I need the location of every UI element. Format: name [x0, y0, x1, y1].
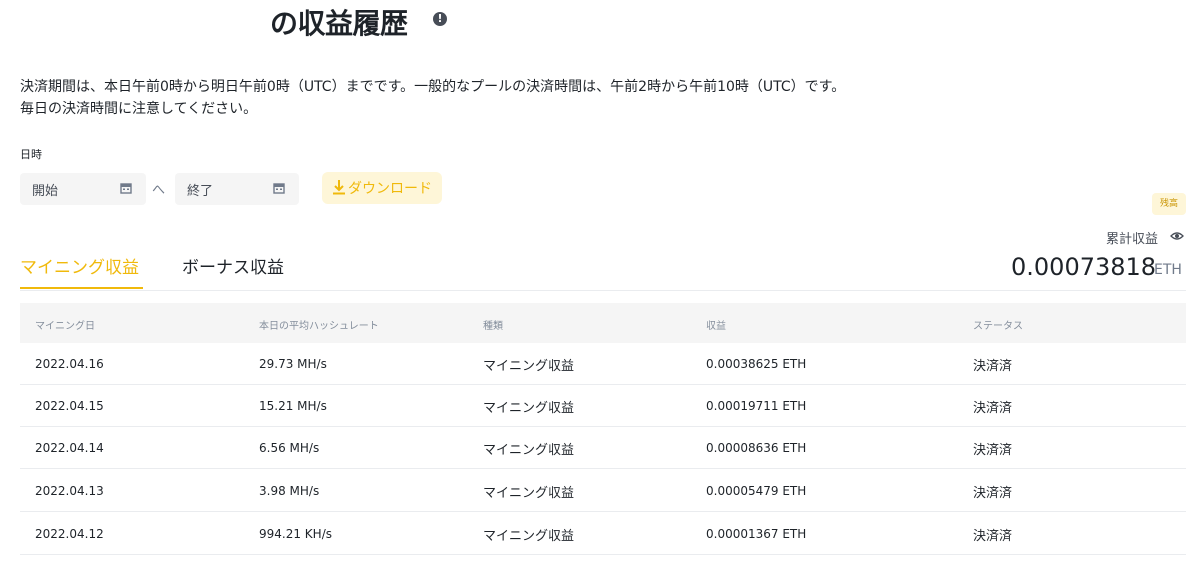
- cell-date: 2022.04.16: [35, 357, 104, 371]
- settlement-notice-line1: 決済期間は、本日午前0時から明日午前0時（UTC）までです。一般的なプールの決済…: [20, 79, 846, 95]
- balance-badge[interactable]: 残高: [1152, 193, 1186, 215]
- cell-status: 決済済: [973, 443, 1013, 458]
- end-date-input[interactable]: 終了: [175, 173, 299, 205]
- cell-status: 決済済: [973, 401, 1013, 416]
- cell-earnings: 0.00005479 ETH: [706, 484, 807, 498]
- info-icon[interactable]: !: [433, 12, 447, 26]
- calendar-icon: [120, 183, 132, 194]
- tab-bonus-earnings[interactable]: ボーナス収益: [182, 253, 284, 278]
- table-row: 2022.04.13 3.98 MH/s マイニング収益 0.00005479 …: [20, 470, 1186, 512]
- cell-type: マイニング収益: [483, 401, 575, 416]
- cell-hashrate: 29.73 MH/s: [259, 357, 327, 371]
- cell-date: 2022.04.12: [35, 527, 104, 541]
- cell-type: マイニング収益: [483, 443, 575, 458]
- cell-hashrate: 3.98 MH/s: [259, 484, 320, 498]
- table-row: 2022.04.12 994.21 KH/s マイニング収益 0.0000136…: [20, 513, 1186, 555]
- cell-status: 決済済: [973, 359, 1013, 374]
- start-date-input[interactable]: 開始: [20, 173, 146, 205]
- column-header-status: ステータス: [973, 321, 1023, 332]
- cell-date: 2022.04.14: [35, 441, 104, 455]
- download-icon: [333, 180, 345, 195]
- table-row: 2022.04.16 29.73 MH/s マイニング収益 0.00038625…: [20, 343, 1186, 385]
- cell-type: マイニング収益: [483, 529, 575, 544]
- column-header-type: 種類: [483, 321, 503, 332]
- eye-icon[interactable]: [1170, 231, 1184, 241]
- date-filter-label: 日時: [20, 148, 42, 161]
- end-date-placeholder: 終了: [187, 184, 214, 199]
- cell-earnings: 0.00019711 ETH: [706, 399, 807, 413]
- cell-hashrate: 994.21 KH/s: [259, 527, 332, 541]
- cumulative-earnings-unit: ETH: [1154, 262, 1182, 278]
- table-header: マイニング日 本日の平均ハッシュレート 種類 収益 ステータス: [20, 303, 1186, 343]
- tab-divider: [20, 290, 1186, 291]
- cell-hashrate: 15.21 MH/s: [259, 399, 327, 413]
- cell-status: 決済済: [973, 486, 1013, 501]
- table-row: 2022.04.15 15.21 MH/s マイニング収益 0.00019711…: [20, 385, 1186, 427]
- settlement-notice-line2: 毎日の決済時間に注意してください。: [20, 101, 258, 117]
- start-date-placeholder: 開始: [32, 184, 59, 199]
- cell-status: 決済済: [973, 529, 1013, 544]
- column-header-earnings: 収益: [706, 321, 726, 332]
- column-header-hashrate: 本日の平均ハッシュレート: [259, 321, 379, 332]
- cell-earnings: 0.00008636 ETH: [706, 441, 807, 455]
- active-tab-indicator: [20, 287, 143, 289]
- cell-hashrate: 6.56 MH/s: [259, 441, 320, 455]
- cell-earnings: 0.00001367 ETH: [706, 527, 807, 541]
- cell-date: 2022.04.13: [35, 484, 104, 498]
- cell-date: 2022.04.15: [35, 399, 104, 413]
- table-row: 2022.04.14 6.56 MH/s マイニング収益 0.00008636 …: [20, 427, 1186, 469]
- column-header-date: マイニング日: [35, 321, 95, 332]
- calendar-icon: [273, 183, 285, 194]
- page-title: の収益履歴: [270, 7, 408, 40]
- cell-type: マイニング収益: [483, 359, 575, 374]
- download-button[interactable]: ダウンロード: [322, 172, 442, 204]
- cumulative-earnings-value: 0.00073818: [1011, 253, 1157, 281]
- tab-mining-earnings[interactable]: マイニング収益: [20, 253, 139, 278]
- download-label: ダウンロード: [348, 181, 432, 197]
- cell-earnings: 0.00038625 ETH: [706, 357, 807, 371]
- date-range-separator: へ: [152, 183, 166, 198]
- cumulative-earnings-label: 累計収益: [1106, 232, 1159, 247]
- cell-type: マイニング収益: [483, 486, 575, 501]
